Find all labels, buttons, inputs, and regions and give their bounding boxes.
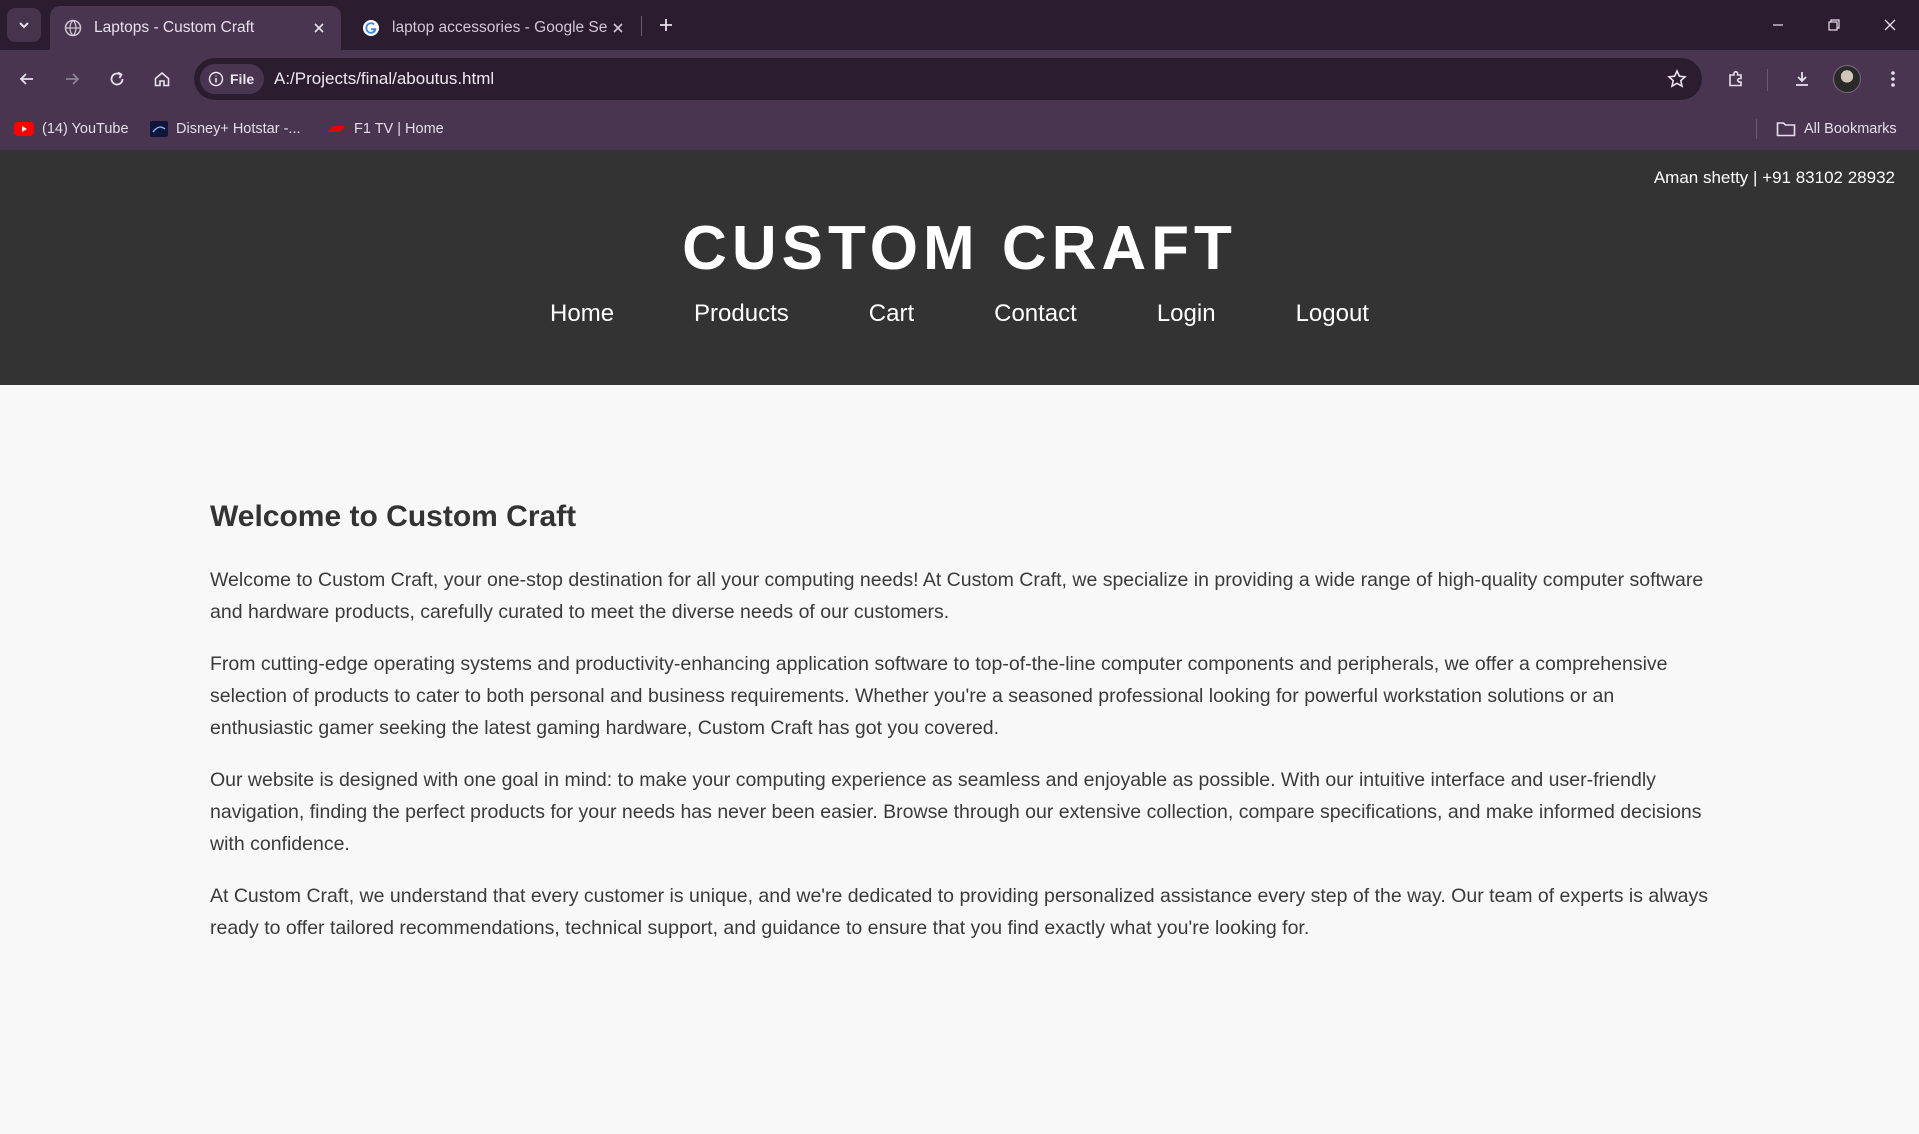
about-paragraph-2: From cutting-edge operating systems and …: [210, 653, 1668, 739]
new-tab-button[interactable]: [651, 10, 681, 40]
url-text[interactable]: A:/Projects/final/aboutus.html: [274, 58, 494, 100]
nav-home-link[interactable]: Home: [510, 300, 654, 328]
downloads-button[interactable]: [1785, 62, 1819, 96]
about-paragraph-4: At Custom Craft, we understand that ever…: [210, 885, 1709, 939]
bookmarks-bar: (14) YouTube Disney+ Hotstar -... F1 TV …: [0, 108, 1919, 150]
nav-cart-link[interactable]: Cart: [829, 300, 954, 328]
site-header: Aman shetty | +91 83102 28932 CUSTOM CRA…: [0, 150, 1919, 385]
more-vertical-icon: [1891, 71, 1895, 87]
close-icon[interactable]: [309, 18, 329, 38]
nav-login-link[interactable]: Login: [1117, 300, 1256, 328]
reload-icon: [110, 71, 124, 86]
minimize-button[interactable]: [1750, 0, 1806, 50]
hotstar-icon: [150, 121, 168, 137]
restore-button[interactable]: [1806, 0, 1862, 50]
info-icon: [208, 71, 224, 87]
home-button[interactable]: [145, 62, 179, 96]
f1-icon: [327, 126, 345, 132]
folder-icon: [1776, 122, 1796, 137]
arrow-right-icon: [66, 73, 80, 85]
home-icon: [154, 71, 170, 87]
plus-icon: [660, 19, 672, 31]
bookmark-label: F1 TV | Home: [354, 121, 444, 137]
tab-title: Laptops - Custom Craft: [94, 19, 255, 36]
youtube-icon: [14, 122, 34, 136]
all-bookmarks-label: All Bookmarks: [1804, 121, 1897, 137]
close-icon: [1884, 19, 1896, 31]
chevron-down-icon: [19, 22, 29, 29]
site-brand-title: CUSTOM CRAFT: [682, 214, 1237, 283]
nav-contact-link[interactable]: Contact: [954, 300, 1117, 328]
download-icon: [1796, 72, 1808, 86]
site-info-chip[interactable]: File: [200, 64, 265, 94]
tab-title: laptop accessories - Google Search: [392, 19, 608, 36]
reload-button[interactable]: [100, 62, 134, 96]
contact-info: Aman shetty | +91 83102 28932: [1653, 168, 1895, 187]
about-content: Welcome to Custom Craft Welcome to Custo…: [210, 500, 1710, 964]
bookmark-star-button[interactable]: [1664, 66, 1690, 92]
about-paragraph-1: Welcome to Custom Craft, your one-stop d…: [210, 569, 1704, 623]
tab-google-search[interactable]: laptop accessories - Google Search: [348, 6, 640, 50]
bookmark-label: (14) YouTube: [42, 121, 129, 137]
all-bookmarks-button[interactable]: All Bookmarks: [1776, 108, 1897, 150]
tab-search-button[interactable]: [7, 8, 41, 42]
browser-toolbar: File A:/Projects/final/aboutus.html: [0, 50, 1919, 108]
page-heading: Welcome to Custom Craft: [210, 500, 577, 533]
globe-icon: [64, 19, 82, 37]
bookmark-f1tv[interactable]: F1 TV | Home: [326, 108, 444, 150]
close-icon[interactable]: [608, 18, 628, 38]
nav-logout-link[interactable]: Logout: [1256, 300, 1409, 328]
extensions-button[interactable]: [1719, 62, 1753, 96]
tab-laptops-custom-craft[interactable]: Laptops - Custom Craft: [50, 6, 341, 50]
bookmarks-separator: [1756, 119, 1757, 139]
bookmark-label: Disney+ Hotstar -...: [176, 121, 301, 137]
puzzle-icon: [1729, 70, 1742, 87]
site-chip-label: File: [230, 71, 255, 87]
profile-avatar[interactable]: [1833, 65, 1861, 93]
restore-icon: [1828, 19, 1840, 31]
tab-strip: Laptops - Custom Craft laptop accessorie…: [0, 0, 1919, 50]
star-icon: [1667, 69, 1687, 88]
close-window-button[interactable]: [1862, 0, 1918, 50]
address-bar[interactable]: File A:/Projects/final/aboutus.html: [194, 58, 1702, 100]
site-nav: Home Products Cart Contact Login Logout: [0, 300, 1919, 328]
google-icon: [362, 19, 380, 37]
arrow-left-icon: [19, 73, 33, 85]
tab-separator: [641, 16, 642, 36]
about-paragraph-3: Our website is designed with one goal in…: [210, 769, 1702, 855]
bookmark-hotstar[interactable]: Disney+ Hotstar -...: [150, 108, 301, 150]
menu-button[interactable]: [1876, 62, 1910, 96]
back-button[interactable]: [10, 62, 44, 96]
minimize-icon: [1773, 24, 1783, 26]
toolbar-divider: [1767, 69, 1768, 91]
forward-button[interactable]: [55, 62, 89, 96]
bookmark-youtube[interactable]: (14) YouTube: [14, 108, 129, 150]
nav-products-link[interactable]: Products: [654, 300, 829, 328]
